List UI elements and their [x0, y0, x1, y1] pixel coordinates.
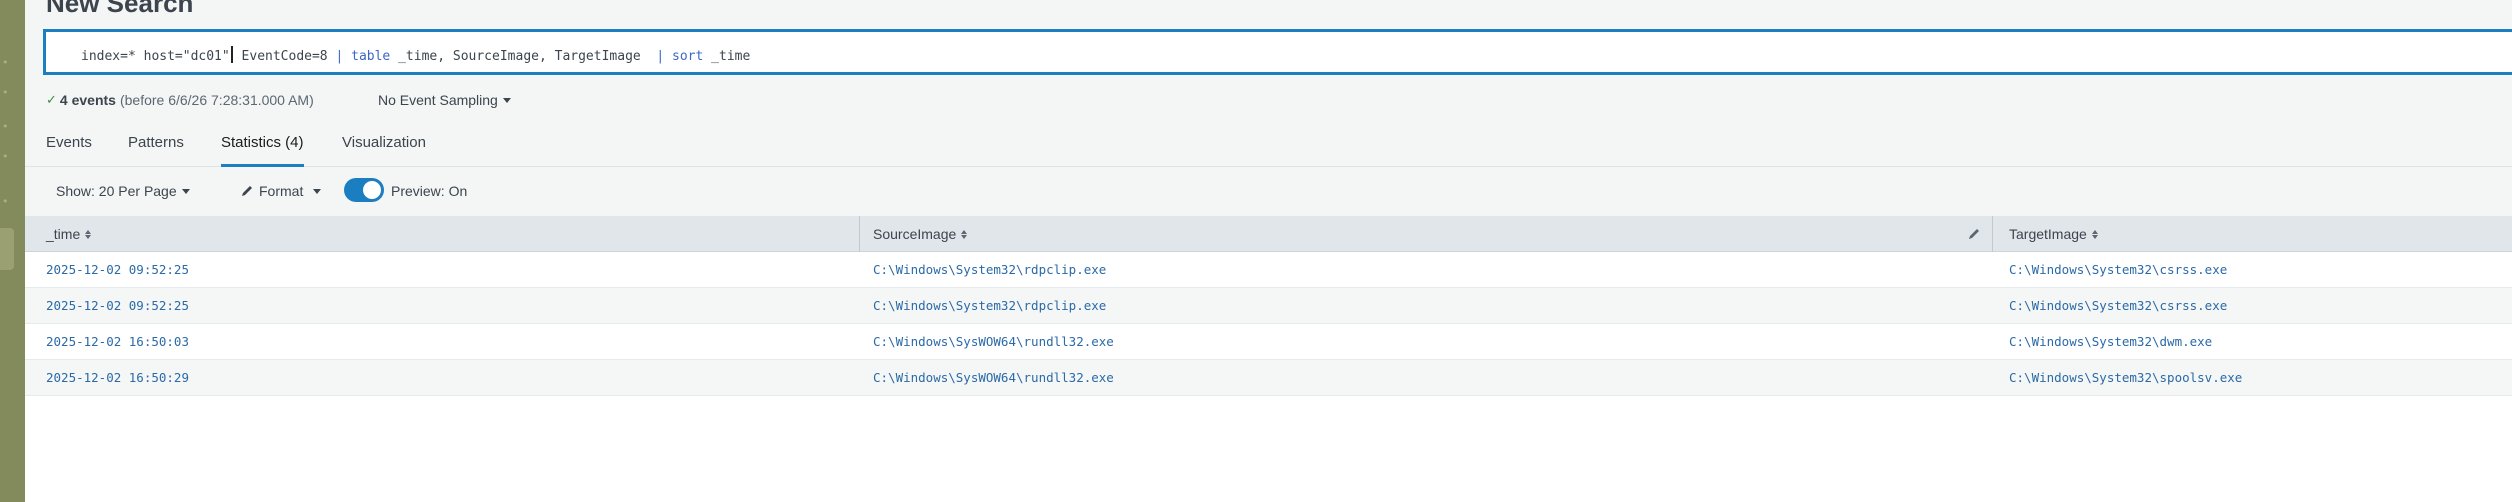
edit-column-icon[interactable] [1967, 227, 1981, 241]
column-header-label: SourceImage [873, 226, 957, 242]
table-row: 2025-12-02 16:50:03 C:\Windows\SysWOW64\… [25, 324, 2512, 360]
search-page: New Search index=* host="dc01" EventCode… [25, 0, 2512, 502]
cell-sourceimage[interactable]: C:\Windows\SysWOW64\rundll32.exe [873, 324, 1114, 359]
rail-marker-icon: • [2, 195, 9, 208]
cell-sourceimage[interactable]: C:\Windows\SysWOW64\rundll32.exe [873, 360, 1114, 395]
column-header-label: _time [46, 226, 81, 242]
chevron-down-icon [181, 188, 190, 194]
format-label: Format [259, 183, 304, 199]
per-page-dropdown[interactable]: Show: 20 Per Page [56, 183, 190, 199]
tab-statistics[interactable]: Statistics (4) [221, 134, 304, 167]
cell-time[interactable]: 2025-12-02 09:52:25 [46, 252, 189, 287]
search-status: ✓ 4 events (before 6/6/26 7:28:31.000 AM… [46, 92, 314, 108]
sort-icon [2091, 229, 2098, 239]
text-cursor [230, 46, 233, 63]
chevron-down-icon [502, 97, 511, 103]
query-segment: _time [703, 49, 751, 64]
event-sampling-dropdown[interactable]: No Event Sampling [378, 92, 511, 108]
result-tabs: Events Patterns Statistics (4) Visualiza… [25, 123, 2512, 167]
sort-icon [85, 229, 92, 239]
rail-marker-icon: • [2, 150, 9, 163]
sort-icon [961, 229, 968, 239]
cell-time[interactable]: 2025-12-02 16:50:29 [46, 360, 189, 395]
page-title: New Search [46, 0, 194, 18]
per-page-label: Show: 20 Per Page [56, 183, 177, 199]
results-table: _time SourceImage TargetImage 2025-12-02… [25, 216, 2512, 396]
tab-patterns[interactable]: Patterns [128, 134, 184, 167]
column-header-label: TargetImage [2009, 226, 2087, 242]
column-header-time[interactable]: _time [46, 216, 92, 252]
cell-sourceimage[interactable]: C:\Windows\System32\rdpclip.exe [873, 252, 1106, 287]
table-row: 2025-12-02 09:52:25 C:\Windows\System32\… [25, 288, 2512, 324]
rail-collapse-handle[interactable] [0, 228, 14, 270]
chevron-down-icon [313, 188, 322, 194]
column-header-targetimage[interactable]: TargetImage [2009, 216, 2098, 252]
events-time-range: (before 6/6/26 7:28:31.000 AM) [119, 92, 314, 108]
table-row: 2025-12-02 16:50:29 C:\Windows\SysWOW64\… [25, 360, 2512, 396]
search-input[interactable]: index=* host="dc01" EventCode=8 | table … [43, 29, 2512, 75]
left-app-rail: • • • • • [0, 0, 25, 502]
search-query-text[interactable]: index=* host="dc01" EventCode=8 | table … [81, 46, 750, 64]
rail-marker-icon: • [2, 56, 9, 69]
query-segment: _time, SourceImage, TargetImage [390, 49, 657, 64]
pencil-icon [242, 186, 252, 196]
cell-time[interactable]: 2025-12-02 09:52:25 [46, 288, 189, 323]
column-divider[interactable] [1992, 216, 1993, 252]
cell-targetimage[interactable]: C:\Windows\System32\csrss.exe [2009, 252, 2227, 287]
cell-targetimage[interactable]: C:\Windows\System32\spoolsv.exe [2009, 360, 2242, 395]
column-divider[interactable] [859, 216, 860, 252]
tab-visualization[interactable]: Visualization [342, 134, 426, 167]
format-dropdown[interactable]: Format [240, 183, 322, 199]
cell-sourceimage[interactable]: C:\Windows\System32\rdpclip.exe [873, 288, 1106, 323]
preview-toggle[interactable] [344, 178, 384, 202]
column-header-sourceimage[interactable]: SourceImage [873, 216, 968, 252]
toggle-knob [363, 181, 381, 199]
preview-label: Preview: On [391, 183, 468, 199]
query-segment: index=* host="dc01" [81, 49, 230, 64]
table-header: _time SourceImage TargetImage [25, 216, 2512, 252]
query-command-table: table [343, 49, 391, 64]
rail-marker-icon: • [2, 86, 9, 99]
check-icon: ✓ [46, 92, 57, 107]
events-count[interactable]: 4 events [60, 92, 116, 108]
cell-targetimage[interactable]: C:\Windows\System32\csrss.exe [2009, 288, 2227, 323]
tab-events[interactable]: Events [46, 134, 92, 167]
cell-targetimage[interactable]: C:\Windows\System32\dwm.exe [2009, 324, 2212, 359]
cell-time[interactable]: 2025-12-02 16:50:03 [46, 324, 189, 359]
rail-marker-icon: • [2, 120, 9, 133]
query-command-sort: sort [664, 49, 704, 64]
table-row: 2025-12-02 09:52:25 C:\Windows\System32\… [25, 252, 2512, 288]
event-sampling-label: No Event Sampling [378, 92, 498, 108]
query-segment: EventCode=8 [233, 49, 336, 64]
